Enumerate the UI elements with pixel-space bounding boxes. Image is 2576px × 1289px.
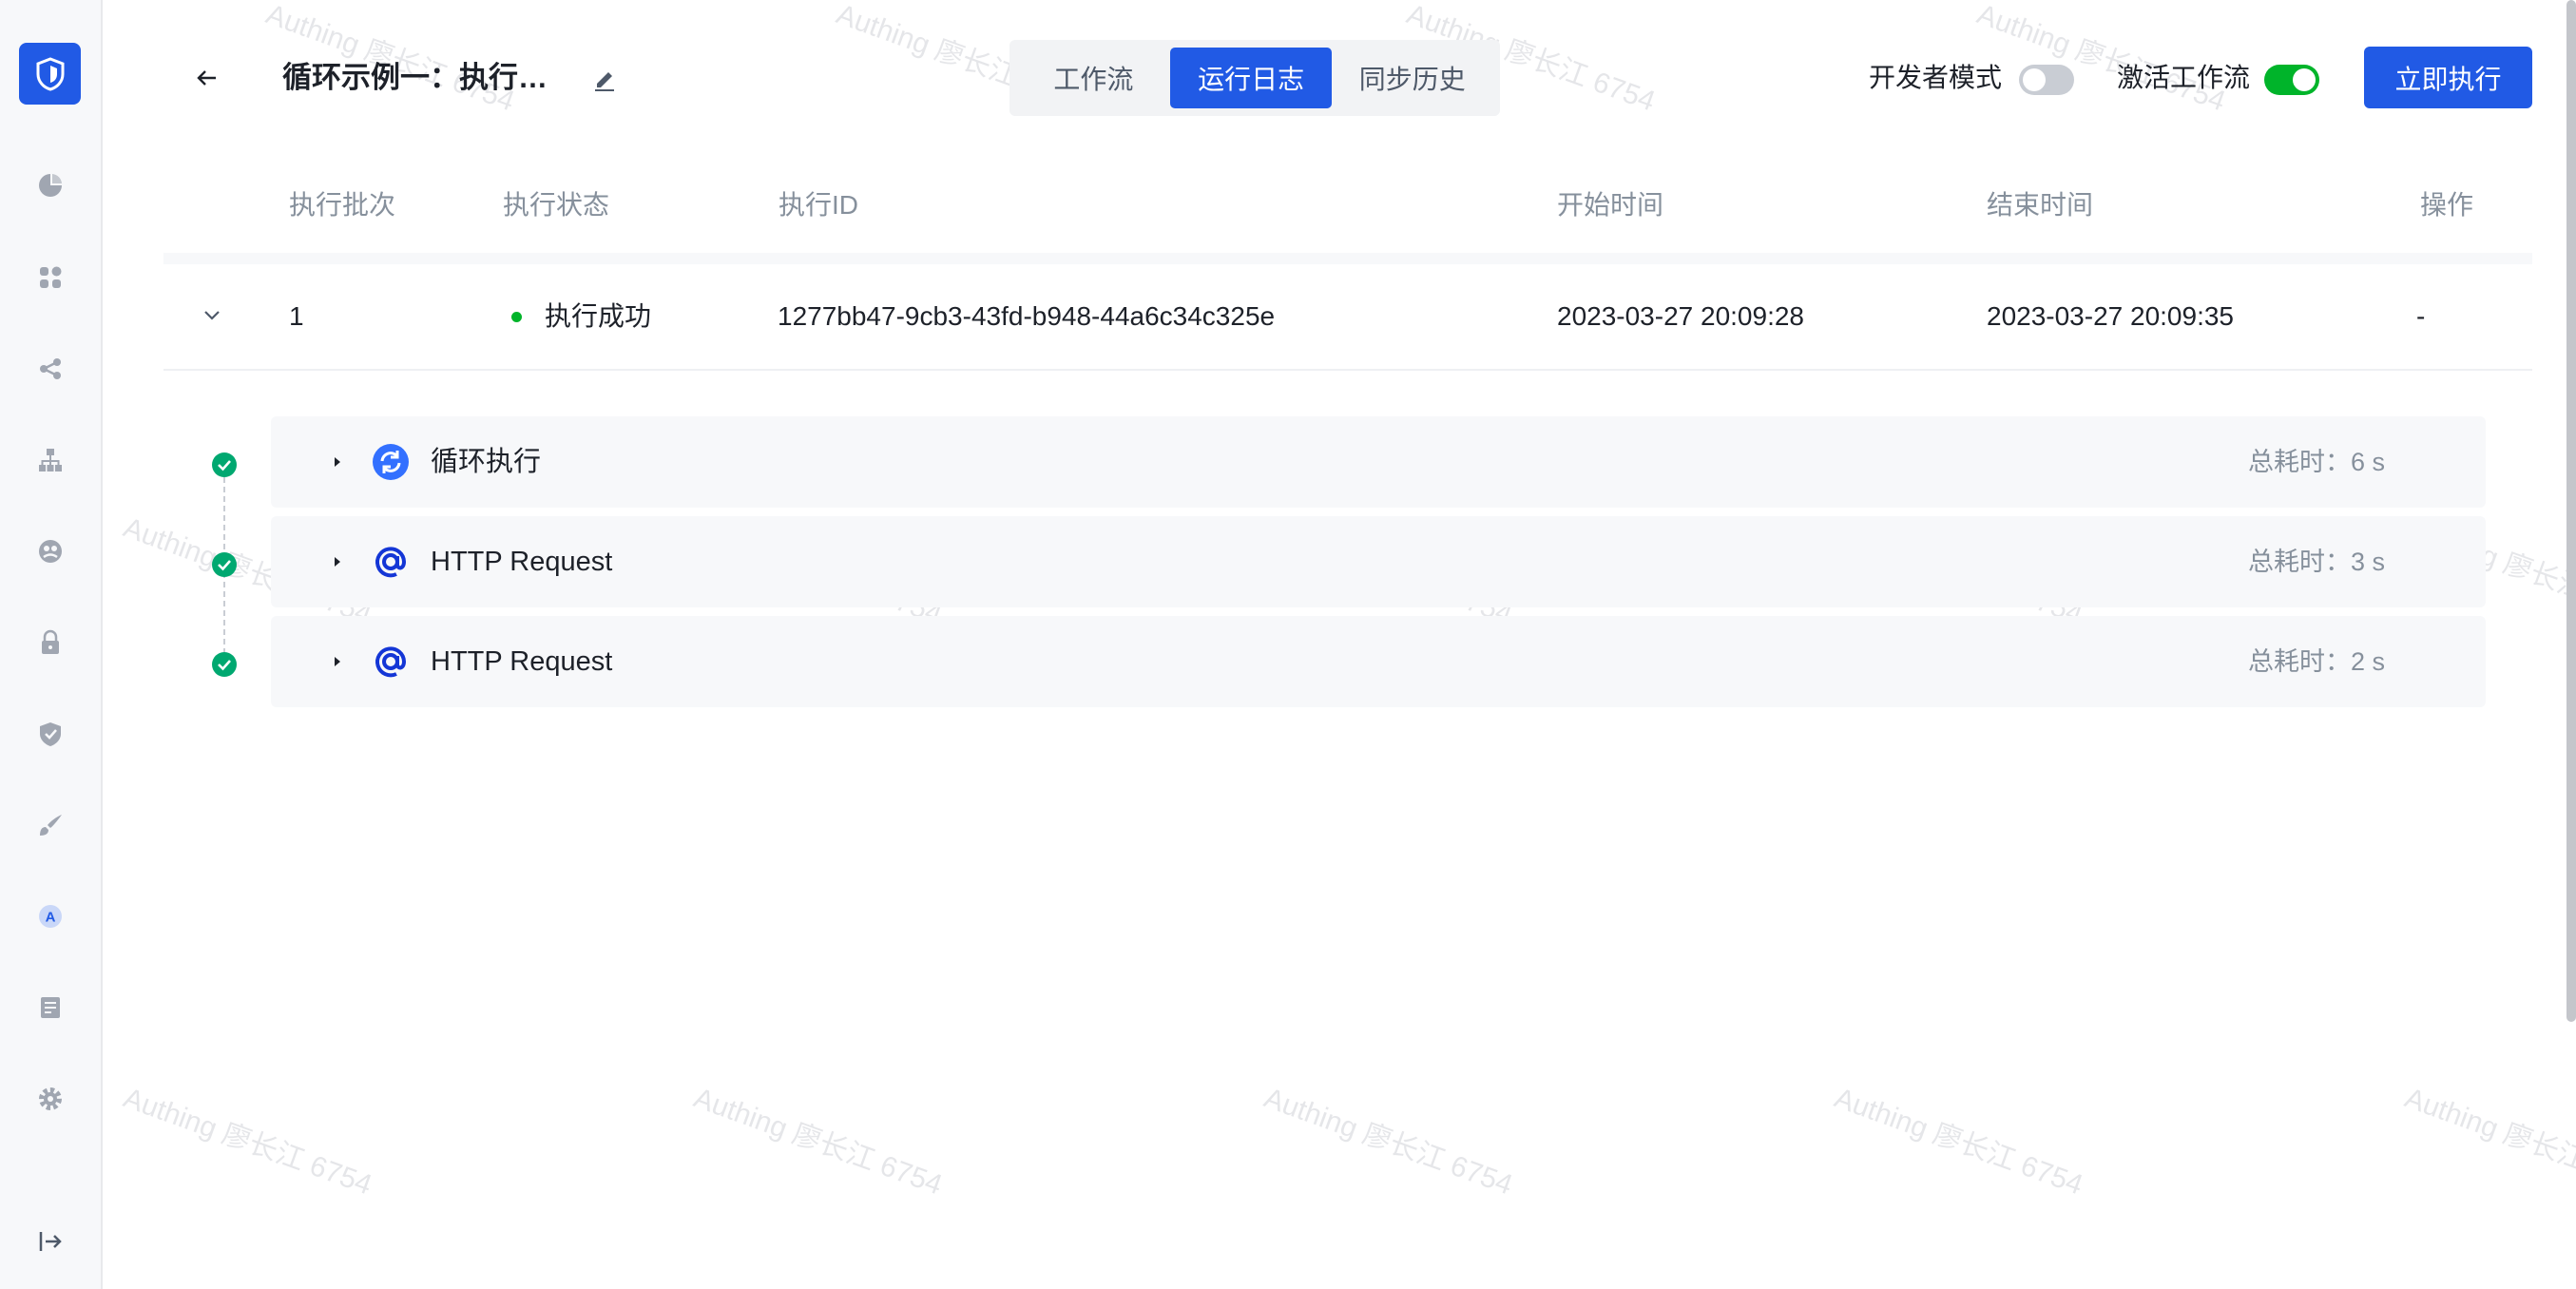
settings-gear-icon[interactable] bbox=[32, 1081, 68, 1117]
watermark: Authing 廖长江 6754 bbox=[1830, 1082, 2087, 1202]
step-name: 循环执行 bbox=[431, 447, 542, 477]
org-tree-icon[interactable] bbox=[32, 442, 68, 478]
view-tabs: 工作流 运行日志 同步历史 bbox=[1009, 40, 1500, 116]
collapse-sidebar-icon[interactable] bbox=[32, 1223, 68, 1260]
watermark: Authing 廖长江 6754 bbox=[119, 1082, 376, 1202]
column-header-start-time: 开始时间 bbox=[1557, 190, 1664, 220]
share-icon[interactable] bbox=[32, 351, 68, 387]
scrollbar[interactable] bbox=[2566, 0, 2576, 1022]
column-header-action: 操作 bbox=[2420, 190, 2474, 220]
caret-right-icon[interactable] bbox=[328, 552, 347, 571]
brush-icon[interactable] bbox=[32, 807, 68, 843]
step-duration: 总耗时：3 s bbox=[2247, 548, 2385, 576]
dev-mode-label: 开发者模式 bbox=[1869, 63, 2003, 92]
arrow-left-icon bbox=[197, 70, 216, 86]
audit-log-icon[interactable] bbox=[32, 990, 68, 1026]
status-dot bbox=[511, 312, 522, 322]
toggle-knob bbox=[2023, 68, 2046, 91]
at-sign-icon bbox=[375, 646, 407, 678]
row-divider bbox=[163, 369, 2532, 371]
page-title: 循环示例一：执行… bbox=[282, 61, 548, 94]
shield-logo-icon[interactable] bbox=[19, 43, 81, 105]
toggle-knob bbox=[2293, 68, 2316, 91]
step-item-http-request[interactable]: HTTP Request 总耗时：3 s bbox=[271, 516, 2486, 607]
svg-text:A: A bbox=[46, 910, 56, 926]
activate-workflow-label: 激活工作流 bbox=[2117, 63, 2251, 92]
activate-workflow-toggle[interactable] bbox=[2264, 65, 2319, 95]
tab-sync-history[interactable]: 同步历史 bbox=[1332, 48, 1492, 108]
success-check-icon bbox=[212, 552, 237, 577]
status-cell: 执行成功 bbox=[545, 301, 652, 331]
shield-check-icon[interactable] bbox=[32, 716, 68, 752]
table-header-divider bbox=[163, 253, 2532, 264]
column-header-batch: 执行批次 bbox=[289, 190, 396, 220]
watermark: Authing 廖长江 6754 bbox=[1972, 0, 2230, 118]
sidebar: A bbox=[0, 0, 103, 1289]
action-cell: - bbox=[2416, 301, 2426, 331]
watermark: Authing 廖长江 6754 bbox=[1259, 1082, 1517, 1202]
column-header-status: 执行状态 bbox=[503, 190, 610, 220]
tab-run-log[interactable]: 运行日志 bbox=[1169, 48, 1333, 108]
back-button[interactable] bbox=[188, 59, 226, 97]
watermark: Authing 廖长江 6754 bbox=[689, 1082, 947, 1202]
lock-icon[interactable] bbox=[32, 625, 68, 661]
caret-right-icon[interactable] bbox=[328, 452, 347, 471]
column-header-exec-id: 执行ID bbox=[779, 190, 859, 220]
success-check-icon bbox=[212, 652, 237, 677]
dev-mode-toggle[interactable] bbox=[2019, 65, 2074, 95]
branding-a-icon[interactable]: A bbox=[32, 898, 68, 934]
pie-chart-icon[interactable] bbox=[32, 167, 68, 203]
batch-cell: 1 bbox=[289, 301, 304, 331]
chevron-down-icon[interactable] bbox=[196, 298, 228, 331]
loop-icon bbox=[373, 444, 409, 480]
step-duration: 总耗时：6 s bbox=[2247, 448, 2385, 476]
exec-id-cell: 1277bb47-9cb3-43fd-b948-44a6c34c325e bbox=[778, 301, 1276, 331]
step-item-loop[interactable]: 循环执行 总耗时：6 s bbox=[271, 416, 2486, 508]
at-sign-icon bbox=[375, 547, 407, 578]
run-now-button[interactable]: 立即执行 bbox=[2364, 47, 2532, 108]
step-duration: 总耗时：2 s bbox=[2247, 647, 2385, 676]
success-check-icon bbox=[212, 452, 237, 477]
users-icon[interactable] bbox=[32, 533, 68, 569]
end-time-cell: 2023-03-27 20:09:35 bbox=[1987, 301, 2234, 331]
start-time-cell: 2023-03-27 20:09:28 bbox=[1557, 301, 1804, 331]
column-header-end-time: 结束时间 bbox=[1987, 190, 2094, 220]
caret-right-icon[interactable] bbox=[328, 652, 347, 671]
step-item-http-request[interactable]: HTTP Request 总耗时：2 s bbox=[271, 616, 2486, 707]
step-name: HTTP Request bbox=[431, 547, 613, 577]
tab-workflow[interactable]: 工作流 bbox=[1017, 48, 1170, 108]
edit-pencil-icon[interactable] bbox=[589, 65, 620, 95]
apps-grid-icon[interactable] bbox=[32, 260, 68, 296]
watermark: Authing 廖长江 6754 bbox=[2400, 1082, 2576, 1201]
step-name: HTTP Request bbox=[431, 646, 613, 677]
